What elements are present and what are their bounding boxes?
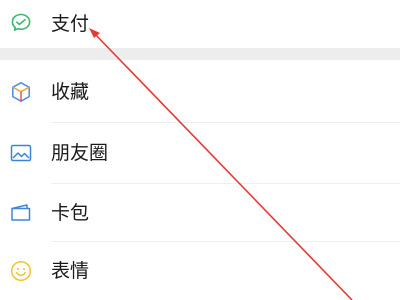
sticker-smile-icon <box>9 259 33 283</box>
menu-item-card-wallet[interactable]: 卡包 <box>0 184 400 241</box>
menu-item-moments[interactable]: 朋友圈 <box>0 123 400 183</box>
section-divider <box>0 48 400 60</box>
wechat-pay-icon <box>9 11 33 35</box>
menu-item-label: 收藏 <box>51 81 90 103</box>
menu-item-favorites[interactable]: 收藏 <box>0 60 400 122</box>
card-wallet-icon <box>9 201 33 225</box>
moments-photo-icon <box>9 141 33 165</box>
menu-item-label: 支付 <box>51 13 90 35</box>
menu-item-stickers[interactable]: 表情 <box>0 242 400 300</box>
favorites-cube-icon <box>9 80 33 104</box>
menu-item-pay[interactable]: 支付 <box>0 0 400 48</box>
menu-item-label: 卡包 <box>51 202 90 224</box>
me-menu-list: 支付 收藏 朋友圈 卡包 表情 <box>0 0 400 300</box>
menu-item-label: 表情 <box>51 260 90 282</box>
menu-item-label: 朋友圈 <box>51 142 109 164</box>
